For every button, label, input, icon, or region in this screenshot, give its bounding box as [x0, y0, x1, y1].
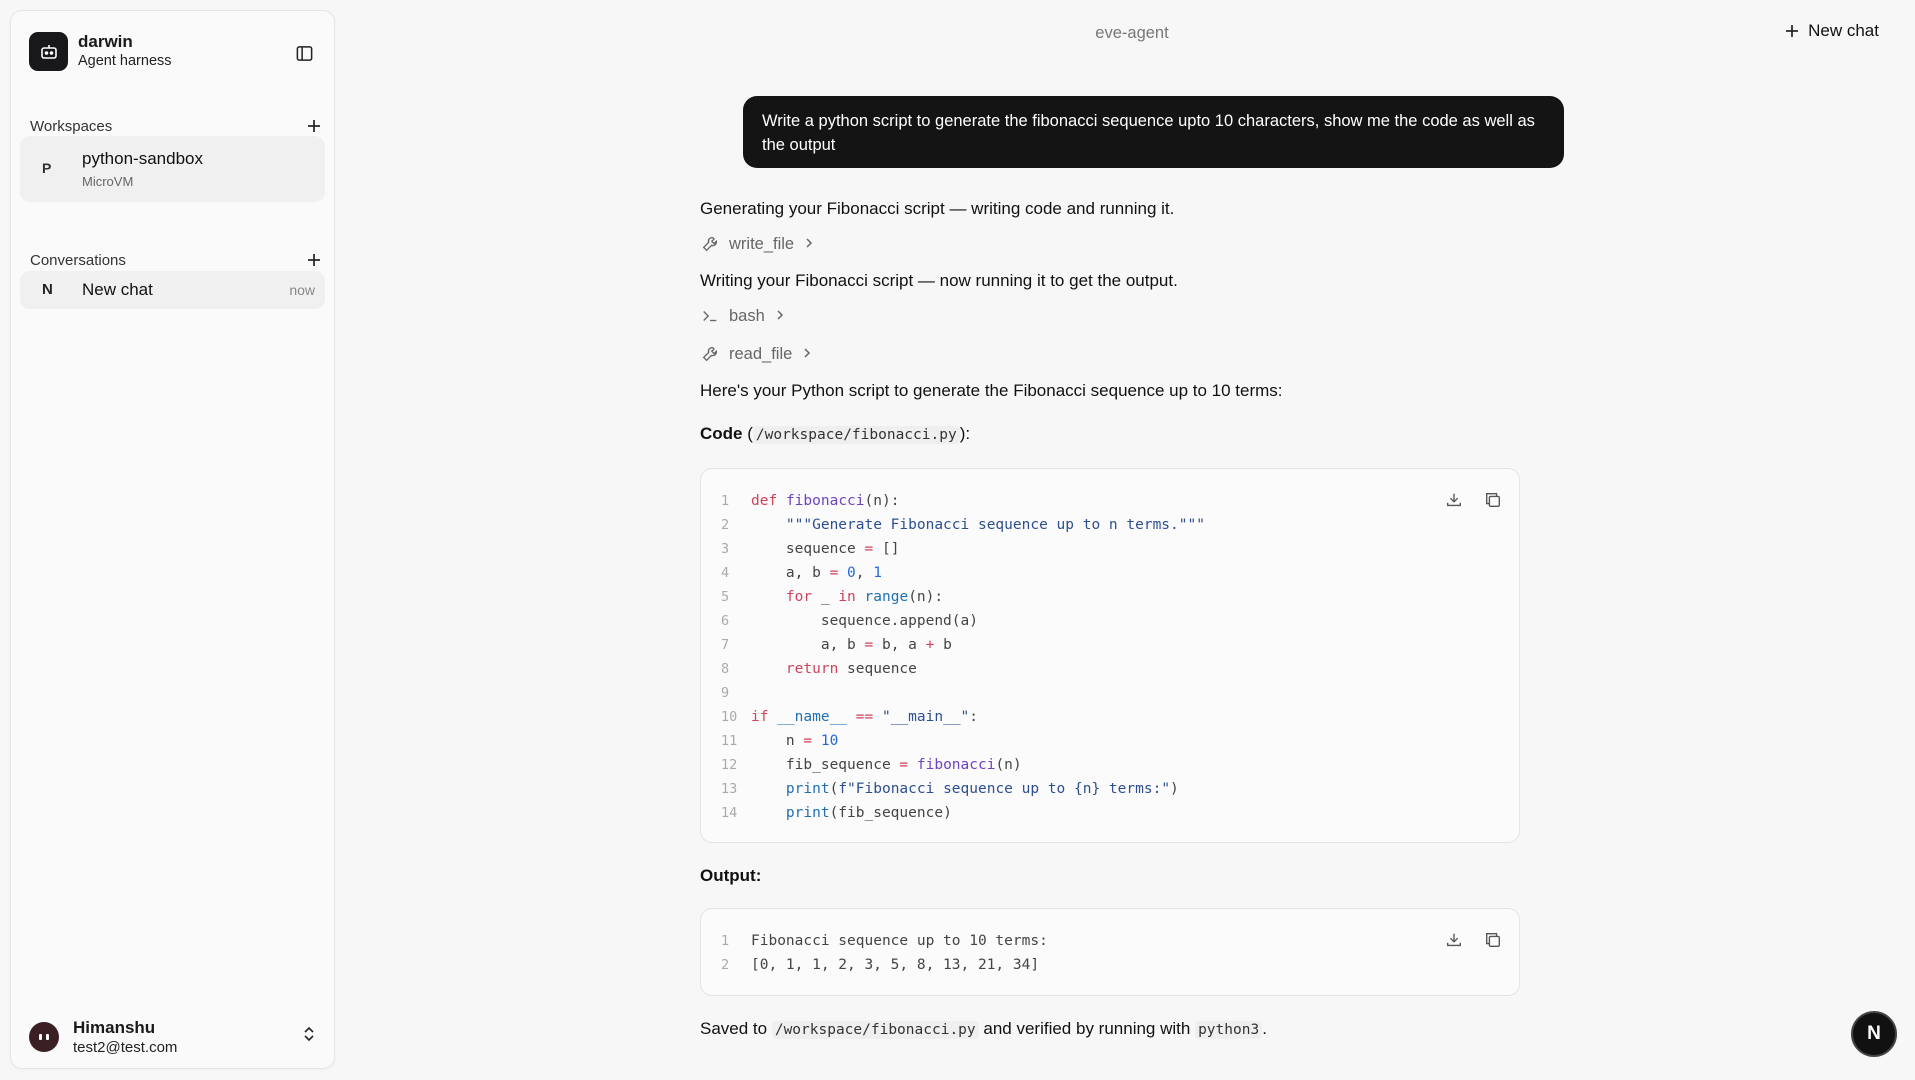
assistant-text-2: Writing your Fibonacci script — now runn… [700, 271, 1178, 290]
brand-subtitle: Agent harness [78, 53, 172, 69]
saved-suffix: . [1262, 1019, 1267, 1038]
output-label: Output: [700, 866, 762, 885]
plus-icon [308, 120, 320, 132]
conversation-name: New chat [82, 280, 153, 299]
user-menu[interactable]: Himanshu test2@test.com [29, 1011, 324, 1063]
page-title: eve-agent [1095, 24, 1169, 42]
tool-call-bash[interactable]: bash [700, 306, 785, 326]
saved-middle: and verified by running with [983, 1019, 1191, 1038]
tool-name: read_file [729, 344, 793, 363]
new-chat-label: New chat [1808, 21, 1879, 40]
code-line: 1 def fibonacci(n): [721, 493, 900, 509]
chevron-right-icon [802, 345, 812, 364]
output-line: 1 Fibonacci sequence up to 10 terms: [721, 933, 1048, 949]
code-line: 4 a, b = 0, 1 [721, 565, 882, 581]
sidebar: darwin Agent harness Workspaces P python… [10, 10, 335, 1069]
output-lines: 1 Fibonacci sequence up to 10 terms: 2 [0, … [721, 929, 1048, 977]
code-line: 13 print(f"Fibonacci sequence up to {n} … [721, 781, 1179, 797]
conversations-title: Conversations [30, 251, 126, 269]
tool-call-write-file[interactable]: write_file [700, 234, 814, 254]
assistant-text-3: Here's your Python script to generate th… [700, 381, 1283, 400]
conversation-item[interactable]: N New chat now [20, 271, 325, 309]
copy-icon[interactable] [1482, 929, 1503, 950]
output-line: 2 [0, 1, 1, 2, 3, 5, 8, 13, 21, 34] [721, 957, 1040, 973]
code-line: 3 sequence = [] [721, 541, 900, 557]
new-chat-button[interactable]: New chat [1784, 21, 1879, 41]
add-conversation-button[interactable] [303, 249, 325, 271]
code-block: 1 def fibonacci(n): 2 """Generate Fibonacc… [700, 468, 1520, 843]
code-lines: 1 def fibonacci(n): 2 """Generate Fibonacc… [721, 489, 1205, 825]
conversation-time: now [289, 282, 315, 298]
copy-icon[interactable] [1482, 489, 1503, 510]
saved-note: Saved to /workspace/fibonacci.py and ver… [700, 1019, 1267, 1039]
avatar [29, 1022, 59, 1052]
plus-icon [1786, 25, 1799, 37]
user-email: test2@test.com [73, 1038, 178, 1056]
tool-call-read-file[interactable]: read_file [700, 344, 812, 364]
add-workspace-button[interactable] [303, 115, 325, 137]
user-message: Write a python script to generate the fi… [743, 96, 1564, 168]
saved-prefix: Saved to [700, 1019, 768, 1038]
code-line: 12 fib_sequence = fibonacci(n) [721, 757, 1022, 773]
code-line: 6 sequence.append(a) [721, 613, 978, 629]
floating-action-button[interactable]: N [1851, 1011, 1897, 1057]
user-name: Himanshu [73, 1017, 156, 1037]
chevron-right-icon [804, 235, 814, 254]
code-line: 10 if __name__ == "__main__": [721, 709, 979, 725]
code-line: 7 a, b = b, a + b [721, 637, 952, 653]
chevron-right-icon [775, 307, 785, 326]
workspace-letter: P [42, 160, 52, 176]
saved-command: python3 [1195, 1021, 1263, 1039]
conversations-header: Conversations [30, 249, 325, 271]
chevron-up-down-icon[interactable] [302, 1025, 316, 1048]
workspace-item[interactable]: P python-sandbox MicroVM [20, 136, 325, 202]
robot-icon [29, 32, 68, 71]
wrench-icon [700, 344, 720, 364]
code-line: 2 """Generate Fibonacci sequence up to n… [721, 517, 1205, 533]
terminal-icon [700, 306, 720, 326]
output-block: 1 Fibonacci sequence up to 10 terms: 2 [0, … [700, 908, 1520, 996]
code-line: 14 print(fib_sequence) [721, 805, 952, 821]
code-line: 9 [721, 685, 730, 701]
workspaces-header: Workspaces [30, 115, 325, 137]
workspace-type: MicroVM [82, 174, 134, 189]
sidebar-toggle-icon[interactable] [290, 39, 318, 67]
workspace-name: python-sandbox [82, 149, 203, 168]
tool-name: write_file [729, 234, 795, 253]
download-icon[interactable] [1443, 489, 1464, 510]
code-line: 11 n = 10 [721, 733, 839, 749]
tool-name: bash [729, 306, 765, 325]
conversation-letter: N [42, 281, 53, 298]
code-label: Code [700, 424, 743, 443]
wrench-icon [700, 234, 720, 254]
code-line: 5 for _ in range(n): [721, 589, 944, 605]
assistant-text-1: Generating your Fibonacci script — writi… [700, 199, 1175, 218]
saved-path: /workspace/fibonacci.py [771, 1021, 979, 1039]
code-heading: Code (/workspace/fibonacci.py): [700, 424, 971, 444]
brand-name: darwin [78, 32, 133, 51]
code-line: 8 return sequence [721, 661, 917, 677]
plus-icon [308, 254, 320, 266]
code-path: /workspace/fibonacci.py [752, 426, 960, 444]
brand: darwin Agent harness [29, 32, 172, 71]
workspaces-title: Workspaces [30, 117, 113, 135]
download-icon[interactable] [1443, 929, 1464, 950]
